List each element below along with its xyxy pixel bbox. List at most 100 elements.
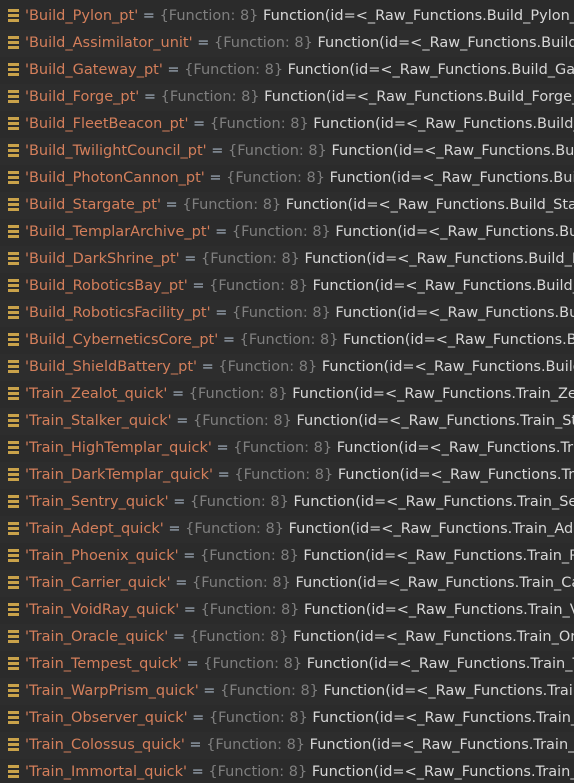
equals-sign: = <box>204 170 227 186</box>
variable-row[interactable]: 'Build_RoboticsFacility_pt' = {Function:… <box>0 300 574 327</box>
variable-value: Function(id=<_Raw_Functions.Train_Imm <box>311 764 574 780</box>
variable-row[interactable]: 'Train_Tempest_quick' = {Function: 8} Fu… <box>0 651 574 678</box>
variable-content: 'Build_ShieldBattery_pt' = {Function: 8}… <box>25 354 574 381</box>
variable-name: 'Train_Adept_quick' <box>25 521 164 537</box>
variable-type: {Function: 8} <box>208 710 308 726</box>
variable-content: 'Build_Assimilator_unit' = {Function: 8}… <box>25 30 574 57</box>
variable-row[interactable]: 'Build_Pylon_pt' = {Function: 8} Functio… <box>0 3 574 30</box>
equals-sign: = <box>181 656 204 672</box>
variable-row[interactable]: 'Build_RoboticsBay_pt' = {Function: 8} F… <box>0 273 574 300</box>
variable-name: 'Build_CyberneticsCore_pt' <box>25 332 219 348</box>
variable-content: 'Train_DarkTemplar_quick' = {Function: 8… <box>25 462 574 489</box>
variable-content: 'Build_RoboticsFacility_pt' = {Function:… <box>25 300 574 327</box>
variable-content: 'Train_Phoenix_quick' = {Function: 8} Fu… <box>25 543 574 570</box>
field-list-icon <box>8 144 19 157</box>
variable-row[interactable]: 'Build_Assimilator_unit' = {Function: 8}… <box>0 30 574 57</box>
variable-name: 'Build_TwilightCouncil_pt' <box>25 143 207 159</box>
variable-name: 'Train_Observer_quick' <box>25 710 188 726</box>
variable-row[interactable]: 'Build_Forge_pt' = {Function: 8} Functio… <box>0 84 574 111</box>
equals-sign: = <box>168 494 190 510</box>
variable-value: Function(id=<_Raw_Functions.Build_ <box>335 305 574 321</box>
variable-row[interactable]: 'Build_Gateway_pt' = {Function: 8} Funct… <box>0 57 574 84</box>
equals-sign: = <box>206 143 229 159</box>
variable-name: 'Train_Phoenix_quick' <box>25 548 179 564</box>
field-list-icon <box>8 225 19 238</box>
field-list-icon <box>8 63 19 76</box>
variable-type: {Function: 8} <box>228 143 327 159</box>
variable-row[interactable]: 'Train_Stalker_quick' = {Function: 8} Fu… <box>0 408 574 435</box>
variable-row[interactable]: 'Train_Carrier_quick' = {Function: 8} Fu… <box>0 570 574 597</box>
variable-row[interactable]: 'Build_CyberneticsCore_pt' = {Function: … <box>0 327 574 354</box>
variable-type: {Function: 8} <box>182 197 282 213</box>
variable-row[interactable]: 'Build_DarkShrine_pt' = {Function: 8} Fu… <box>0 246 574 273</box>
variable-name: 'Build_Gateway_pt' <box>25 62 163 78</box>
variable-type: {Function: 8} <box>159 8 259 24</box>
variable-name: 'Build_Assimilator_unit' <box>25 35 193 51</box>
variable-content: 'Build_TwilightCouncil_pt' = {Function: … <box>25 138 574 165</box>
variable-type: {Function: 8} <box>220 683 319 699</box>
variable-row[interactable]: 'Train_Adept_quick' = {Function: 8} Func… <box>0 516 574 543</box>
variable-type: {Function: 8} <box>193 413 292 429</box>
field-list-icon <box>8 684 19 697</box>
variable-row[interactable]: 'Train_DarkTemplar_quick' = {Function: 8… <box>0 462 574 489</box>
variable-row[interactable]: 'Train_Immortal_quick' = {Function: 8} F… <box>0 759 574 783</box>
variable-type: {Function: 8} <box>218 359 318 375</box>
variable-row[interactable]: 'Build_ShieldBattery_pt' = {Function: 8}… <box>0 354 574 381</box>
variable-name: 'Train_Zealot_quick' <box>25 386 168 402</box>
field-list-icon <box>8 765 19 778</box>
equals-sign: = <box>218 332 240 348</box>
variable-content: 'Build_RoboticsBay_pt' = {Function: 8} F… <box>25 273 574 300</box>
equals-sign: = <box>187 710 209 726</box>
equals-sign: = <box>179 251 202 267</box>
equals-sign: = <box>178 548 200 564</box>
variable-row[interactable]: 'Train_Zealot_quick' = {Function: 8} Fun… <box>0 381 574 408</box>
variable-name: 'Train_HighTemplar_quick' <box>25 440 212 456</box>
variable-row[interactable]: 'Build_PhotonCannon_pt' = {Function: 8} … <box>0 165 574 192</box>
variable-type: {Function: 8} <box>209 116 309 132</box>
field-list-icon <box>8 279 19 292</box>
variable-name: 'Train_Tempest_quick' <box>25 656 182 672</box>
variable-content: 'Train_Oracle_quick' = {Function: 8} Fun… <box>25 624 574 651</box>
variable-name: 'Build_DarkShrine_pt' <box>25 251 180 267</box>
variable-name: 'Build_FleetBeacon_pt' <box>25 116 189 132</box>
equals-sign: = <box>212 467 235 483</box>
field-list-icon <box>8 630 19 643</box>
variable-row[interactable]: 'Build_TwilightCouncil_pt' = {Function: … <box>0 138 574 165</box>
variable-row[interactable]: 'Train_HighTemplar_quick' = {Function: 8… <box>0 435 574 462</box>
variable-row[interactable]: 'Train_Sentry_quick' = {Function: 8} Fun… <box>0 489 574 516</box>
variable-row[interactable]: 'Build_FleetBeacon_pt' = {Function: 8} F… <box>0 111 574 138</box>
equals-sign: = <box>138 8 160 24</box>
variable-content: 'Train_VoidRay_quick' = {Function: 8} Fu… <box>25 597 574 624</box>
variable-value: Function(id=<_Raw_Functions.Train_Sentry <box>293 494 574 510</box>
variable-content: 'Train_Zealot_quick' = {Function: 8} Fun… <box>25 381 574 408</box>
equals-sign: = <box>167 386 189 402</box>
variable-name: 'Train_Carrier_quick' <box>25 575 171 591</box>
variable-row[interactable]: 'Train_Oracle_quick' = {Function: 8} Fun… <box>0 624 574 651</box>
variable-name: 'Build_Stargate_pt' <box>25 197 161 213</box>
variable-row[interactable]: 'Build_Stargate_pt' = {Function: 8} Func… <box>0 192 574 219</box>
variable-name: 'Train_VoidRay_quick' <box>25 602 180 618</box>
field-list-icon <box>8 117 19 130</box>
equals-sign: = <box>139 89 161 105</box>
equals-sign: = <box>197 359 219 375</box>
variable-value: Function(id=<_Raw_Functions.Train_Tem <box>302 656 574 672</box>
variable-row[interactable]: 'Train_VoidRay_quick' = {Function: 8} Fu… <box>0 597 574 624</box>
variable-value: Function(id=<_Raw_Functions.Train_W <box>323 683 574 699</box>
variable-type: {Function: 8} <box>185 521 284 537</box>
variable-row[interactable]: 'Train_Observer_quick' = {Function: 8} F… <box>0 705 574 732</box>
debugger-variables-panel: 'Build_Pylon_pt' = {Function: 8} Functio… <box>0 0 574 783</box>
variable-type: {Function: 8} <box>213 35 313 51</box>
variable-content: 'Train_Tempest_quick' = {Function: 8} Fu… <box>25 651 574 678</box>
variable-name: 'Build_TemplarArchive_pt' <box>25 224 211 240</box>
variable-content: 'Build_Stargate_pt' = {Function: 8} Func… <box>25 192 574 219</box>
variable-row[interactable]: 'Train_Phoenix_quick' = {Function: 8} Fu… <box>0 543 574 570</box>
variable-row[interactable]: 'Build_TemplarArchive_pt' = {Function: 8… <box>0 219 574 246</box>
variable-name: 'Build_RoboticsFacility_pt' <box>25 305 211 321</box>
variable-type: {Function: 8} <box>192 575 291 591</box>
variable-name: 'Train_Oracle_quick' <box>25 629 169 645</box>
equals-sign: = <box>187 764 209 780</box>
variable-row[interactable]: 'Train_Colossus_quick' = {Function: 8} F… <box>0 732 574 759</box>
variable-row[interactable]: 'Train_WarpPrism_quick' = {Function: 8} … <box>0 678 574 705</box>
variable-type: {Function: 8} <box>200 602 300 618</box>
variable-name: 'Train_Stalker_quick' <box>25 413 172 429</box>
